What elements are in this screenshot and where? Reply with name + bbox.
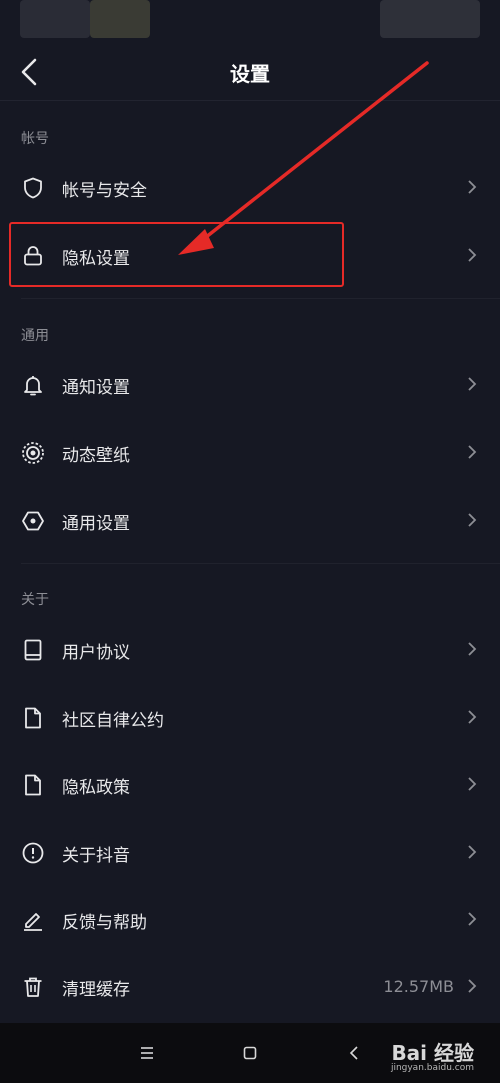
document-icon — [25, 774, 41, 796]
chevron-right-icon — [468, 642, 477, 656]
watermark-brand: Bai 经验 — [391, 1041, 474, 1065]
blurred-status-right — [380, 0, 480, 38]
blurred-status-left-2 — [90, 0, 150, 38]
chevron-right-icon — [468, 513, 477, 527]
triangle-back-icon — [349, 1046, 358, 1060]
blurred-status-left — [20, 0, 90, 38]
live-wallpaper-icon — [22, 442, 44, 464]
settings-item-clear-cache[interactable]: 清理缓存 12.57MB — [0, 956, 500, 1018]
chevron-right-icon — [468, 377, 477, 391]
settings-item-label: 通知设置 — [62, 378, 130, 398]
edit-icon — [24, 913, 42, 931]
settings-item-label: 社区自律公约 — [62, 711, 164, 731]
chevron-right-icon — [468, 777, 477, 791]
document-icon — [25, 707, 41, 729]
chevron-right-icon — [468, 845, 477, 859]
settings-item-feedback-help[interactable]: 反馈与帮助 — [0, 889, 500, 951]
page-title: 设置 — [230, 62, 270, 86]
settings-item-label: 帐号与安全 — [62, 181, 147, 201]
settings-item-privacy-policy[interactable]: 隐私政策 — [0, 754, 500, 816]
section-label-account: 帐号 — [21, 131, 49, 147]
bell-icon — [24, 376, 42, 396]
section-divider — [21, 563, 500, 564]
settings-item-label: 清理缓存 — [62, 980, 130, 1000]
chevron-right-icon — [468, 248, 477, 262]
settings-item-label: 动态壁纸 — [62, 446, 130, 466]
settings-item-about-douyin[interactable]: 关于抖音 — [0, 822, 500, 884]
settings-item-general-settings[interactable]: 通用设置 — [0, 490, 500, 552]
system-nav-bar: Bai 经验 jingyan.baidu.com — [0, 1023, 500, 1083]
square-home-icon — [243, 1046, 257, 1060]
section-label-about: 关于 — [21, 592, 49, 608]
settings-item-label: 用户协议 — [62, 643, 130, 663]
chevron-right-icon — [468, 912, 477, 926]
settings-item-label: 关于抖音 — [62, 846, 130, 866]
status-bar — [0, 0, 500, 40]
watermark-site: jingyan.baidu.com — [390, 1063, 474, 1073]
book-icon — [24, 639, 42, 661]
chevron-right-icon — [468, 979, 477, 993]
menu-button[interactable] — [135, 1041, 159, 1065]
settings-item-live-wallpaper[interactable]: 动态壁纸 — [0, 422, 500, 484]
trash-icon — [24, 977, 42, 997]
nav-back-button[interactable] — [343, 1041, 367, 1065]
settings-item-community-guidelines[interactable]: 社区自律公约 — [0, 687, 500, 749]
hexagon-settings-icon — [22, 511, 44, 531]
settings-item-user-agreement[interactable]: 用户协议 — [0, 619, 500, 681]
menu-icon — [141, 1047, 153, 1059]
highlight-box — [9, 222, 344, 287]
settings-item-label: 通用设置 — [62, 514, 130, 534]
cache-size-value: 12.57MB — [383, 977, 454, 996]
shield-icon — [24, 177, 42, 199]
settings-item-label: 隐私政策 — [62, 778, 130, 798]
settings-item-label: 反馈与帮助 — [62, 913, 147, 933]
chevron-right-icon — [468, 445, 477, 459]
chevron-right-icon — [468, 180, 477, 194]
settings-item-notifications[interactable]: 通知设置 — [0, 354, 500, 416]
header-divider — [0, 100, 500, 101]
info-icon — [22, 842, 44, 864]
settings-item-account-security[interactable]: 帐号与安全 — [0, 157, 500, 219]
chevron-right-icon — [468, 710, 477, 724]
section-divider — [21, 298, 500, 299]
header: 设置 — [0, 44, 500, 98]
home-button[interactable] — [238, 1041, 262, 1065]
section-label-general: 通用 — [21, 328, 49, 344]
